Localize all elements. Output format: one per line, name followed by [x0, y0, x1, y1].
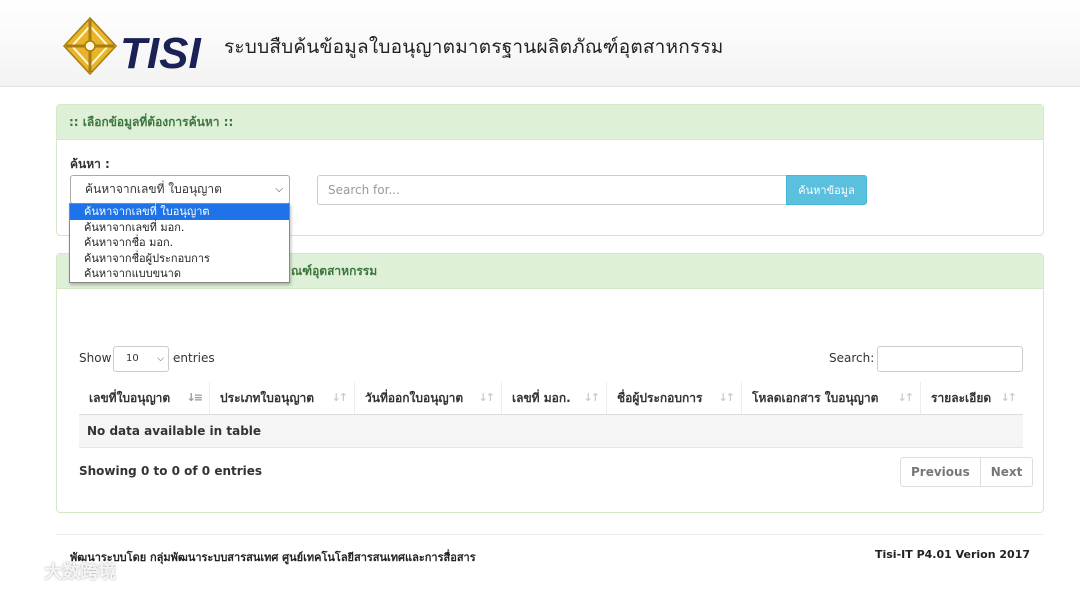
dropdown-option-license-number[interactable]: ค้นหาจากเลขที่ ใบอนุญาต	[70, 204, 289, 220]
column-header-label: ประเภทใบอนุญาต	[220, 390, 315, 405]
table-row: No data available in table	[79, 414, 1023, 448]
column-header-label: วันที่ออกใบอนุญาต	[365, 390, 464, 405]
watermark-logo-icon	[8, 562, 37, 584]
column-header-label: เลขที่ มอก.	[512, 390, 571, 405]
table-info: Showing 0 to 0 of 0 entries	[79, 464, 263, 478]
chevron-down-icon: ⌵	[157, 354, 164, 364]
tisi-logo-text: TISI	[120, 29, 201, 76]
results-panel-heading-text: ณฑ์อุตสาหกรรม	[291, 264, 378, 278]
watermark: 大数跨境	[8, 558, 116, 585]
column-header-label: ชื่อผู้ประกอบการ	[617, 390, 703, 405]
watermark-text: 大数跨境	[44, 562, 117, 583]
sort-icon: ↓↑	[718, 391, 736, 404]
site-footer: พัฒนาระบบโดย กลุ่มพัฒนาระบบสารสนเทศ ศูนย…	[56, 534, 1044, 575]
search-label: ค้นหา :	[70, 157, 110, 171]
sort-icon: ↓↑	[478, 391, 496, 404]
dropdown-option-operator-name[interactable]: ค้นหาจากชื่อผู้ประกอบการ	[70, 251, 289, 267]
previous-page-button[interactable]: Previous	[900, 457, 981, 487]
empty-table-message: No data available in table	[79, 414, 1023, 448]
entries-per-page-value: 10	[126, 353, 139, 364]
table-header-row: เลขที่ใบอนุญาต ↓≡ ประเภทใบอนุญาต ↓↑ วันท…	[79, 382, 1023, 415]
column-header-label: รายละเอียด	[931, 390, 992, 405]
column-header-download-license[interactable]: โหลดเอกสาร ใบอนุญาต ↓↑	[741, 382, 921, 415]
entries-label: entries	[173, 351, 215, 365]
table-filter-label: Search:	[829, 351, 875, 365]
dropdown-option-size-type[interactable]: ค้นหาจากแบบขนาด	[70, 266, 289, 282]
footer-developer-credit: พัฒนาระบบโดย กลุ่มพัฒนาระบบสารสนเทศ ศูนย…	[70, 551, 476, 564]
next-page-button[interactable]: Next	[980, 457, 1034, 487]
pagination: Previous Next	[900, 457, 1034, 487]
sort-ascending-icon: ↓≡	[186, 391, 204, 404]
search-type-select[interactable]: ค้นหาจากเลขที่ ใบอนุญาต ⌵	[70, 175, 290, 204]
site-header: TISI ระบบสืบค้นข้อมูลใบอนุญาตมาตรฐานผลิต…	[0, 0, 1080, 87]
results-table: เลขที่ใบอนุญาต ↓≡ ประเภทใบอนุญาต ↓↑ วันท…	[79, 382, 1023, 448]
search-type-selected: ค้นหาจากเลขที่ ใบอนุญาต	[85, 182, 222, 196]
tisi-logo[interactable]: TISI	[62, 16, 212, 76]
search-button[interactable]: ค้นหาข้อมูล	[786, 175, 867, 205]
dropdown-option-tis-number[interactable]: ค้นหาจากเลขที่ มอก.	[70, 220, 289, 236]
show-label: Show	[79, 351, 112, 365]
search-type-dropdown[interactable]: ค้นหาจากเลขที่ ใบอนุญาต ค้นหาจากเลขที่ ม…	[69, 203, 290, 283]
search-input[interactable]	[317, 175, 787, 205]
entries-per-page-select[interactable]: 10 ⌵	[113, 346, 169, 372]
sort-icon: ↓↑	[1000, 391, 1018, 404]
search-panel-heading: :: เลือกข้อมูลที่ต้องการค้นหา ::	[57, 105, 1043, 140]
footer-version: Tisi-IT P4.01 Verion 2017	[874, 548, 1030, 561]
column-header-issue-date[interactable]: วันที่ออกใบอนุญาต ↓↑	[354, 382, 502, 415]
column-header-tis-number[interactable]: เลขที่ มอก. ↓↑	[501, 382, 607, 415]
tisi-emblem-icon	[62, 16, 118, 76]
site-title: ระบบสืบค้นข้อมูลใบอนุญาตมาตรฐานผลิตภัณฑ์…	[224, 36, 724, 58]
dropdown-option-tis-name[interactable]: ค้นหาจากชื่อ มอก.	[70, 235, 289, 251]
chevron-down-icon: ⌵	[275, 184, 283, 195]
sort-icon: ↓↑	[897, 391, 915, 404]
results-panel: ณฑ์อุตสาหกรรม Show 10 ⌵ entries Search: …	[56, 253, 1044, 513]
sort-icon: ↓↑	[331, 391, 349, 404]
table-filter-input[interactable]	[877, 346, 1023, 372]
sort-icon: ↓↑	[583, 391, 601, 404]
column-header-label: โหลดเอกสาร ใบอนุญาต	[752, 390, 879, 405]
column-header-operator-name[interactable]: ชื่อผู้ประกอบการ ↓↑	[606, 382, 742, 415]
column-header-license-number[interactable]: เลขที่ใบอนุญาต ↓≡	[79, 382, 210, 415]
column-header-details[interactable]: รายละเอียด ↓↑	[920, 382, 1023, 415]
column-header-label: เลขที่ใบอนุญาต	[89, 390, 171, 405]
column-header-license-type[interactable]: ประเภทใบอนุญาต ↓↑	[209, 382, 355, 415]
